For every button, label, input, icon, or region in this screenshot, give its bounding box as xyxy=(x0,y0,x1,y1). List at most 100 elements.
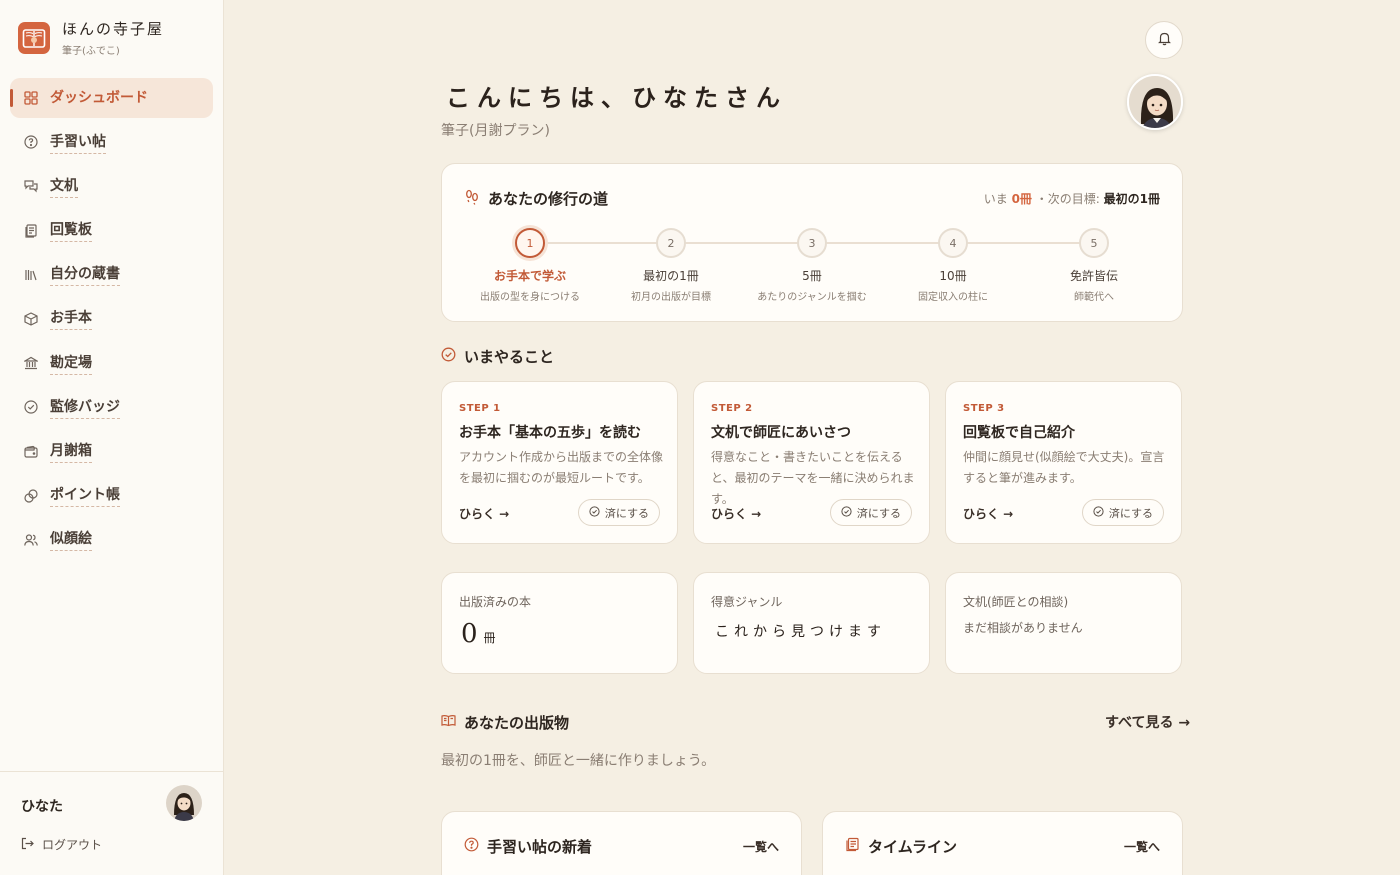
check-circle-icon xyxy=(1093,505,1104,520)
todo-section-title: いまやること xyxy=(441,346,554,367)
step-title: お手本「基本の五歩」を読む xyxy=(459,425,641,441)
notification-button[interactable] xyxy=(1145,21,1183,59)
question-bubble-icon xyxy=(23,134,39,150)
mark-done-label: 済にする xyxy=(856,506,901,520)
user-name: ひなた xyxy=(21,799,63,815)
sidebar-item-label: 勘定場 xyxy=(50,352,92,375)
check-circle-icon xyxy=(589,505,600,520)
sidebar-nav: ダッシュボード 手習い帖 文机 回覧板 自分の蔵書 お手本 勘定場 監修バッジ … xyxy=(10,78,213,564)
sidebar-item-tuition[interactable]: 月謝箱 xyxy=(10,432,213,472)
sidebar-item-label: 月謝箱 xyxy=(50,440,92,463)
milestone-number: 1 xyxy=(515,228,545,258)
sidebar-item-label: ポイント帳 xyxy=(50,484,120,508)
sidebar-item-desk[interactable]: 文机 xyxy=(10,166,213,206)
book-logo-icon xyxy=(18,21,50,54)
sidebar-item-label: 手習い帖 xyxy=(50,131,106,154)
sidebar-item-label: 監修バッジ xyxy=(50,396,120,419)
notebook-updates-title: 手習い帖の新着 xyxy=(464,836,592,857)
milestone-subtitle: 出版の型を身につける xyxy=(480,292,580,303)
mark-done-button[interactable]: 済にする xyxy=(577,499,660,526)
stat-label: 出版済みの本 xyxy=(459,595,532,609)
timeline-card: タイムライン 一覧へ xyxy=(822,811,1183,875)
status-goal: 最初の1冊 xyxy=(1103,192,1160,206)
sidebar: ほんの寺子屋 筆子(ふでこ) ダッシュボード 手習い帖 文机 回覧板 自分の蔵書… xyxy=(0,0,224,875)
genre-value: これから見つけます xyxy=(715,624,886,640)
wallet-icon xyxy=(23,444,39,460)
brand[interactable]: ほんの寺子屋 筆子(ふでこ) xyxy=(18,18,164,57)
notebook-list-link[interactable]: 一覧へ xyxy=(743,838,779,855)
dashboard-icon xyxy=(23,90,39,106)
sidebar-item-points[interactable]: ポイント帳 xyxy=(10,476,213,516)
chat-bubbles-icon xyxy=(23,178,39,194)
milestone-subtitle: 初月の出版が目標 xyxy=(631,292,711,303)
milestone-subtitle: あたりのジャンルを掴む xyxy=(757,292,867,303)
milestone-number: 4 xyxy=(938,228,968,258)
milestone: 2 最初の1冊 初月の出版が目標 xyxy=(616,228,726,303)
coins-icon xyxy=(23,488,39,504)
mark-done-button[interactable]: 済にする xyxy=(829,499,912,526)
sidebar-item-badge[interactable]: 監修バッジ xyxy=(10,387,213,427)
bank-icon xyxy=(23,355,39,371)
step-title: 文机で師匠にあいさつ xyxy=(711,425,851,441)
open-link[interactable]: ひらく → xyxy=(711,505,761,522)
open-link[interactable]: ひらく → xyxy=(963,505,1013,522)
profile-avatar[interactable] xyxy=(1127,74,1183,130)
mark-done-button[interactable]: 済にする xyxy=(1081,499,1164,526)
sidebar-item-label: 回覧板 xyxy=(50,219,92,243)
sidebar-item-circular[interactable]: 回覧板 xyxy=(10,211,213,251)
users-icon xyxy=(23,532,39,548)
brand-name: ほんの寺子屋 xyxy=(62,20,165,38)
milestone-title: 最初の1冊 xyxy=(643,269,699,283)
milestone-number: 3 xyxy=(797,228,827,258)
sidebar-item-label: 自分の蔵書 xyxy=(50,263,120,287)
notebook-updates-card: 手習い帖の新着 一覧へ xyxy=(441,811,802,875)
stat-value: 0冊 xyxy=(461,619,496,649)
sidebar-item-notebook[interactable]: 手習い帖 xyxy=(10,122,213,162)
see-all-link[interactable]: すべて見る → xyxy=(1105,712,1190,732)
logout-label: ログアウト xyxy=(42,838,103,852)
milestone: 5 免許皆伝 師範代へ xyxy=(1039,228,1149,303)
step-label: STEP 3 xyxy=(963,403,1005,414)
sidebar-item-label: お手本 xyxy=(50,307,92,331)
sidebar-footer: ひなた ログアウト xyxy=(0,771,223,875)
milestone-title: お手本で学ぶ xyxy=(493,269,566,283)
milestone-title: 10冊 xyxy=(939,269,967,283)
sidebar-item-accounts[interactable]: 勘定場 xyxy=(10,343,213,383)
sidebar-item-label: 文机 xyxy=(50,175,78,198)
timeline-title-text: タイムライン xyxy=(868,838,957,856)
greeting-title: こんにちは、ひなたさん xyxy=(446,83,787,112)
open-book-icon xyxy=(441,713,456,732)
status-count: 0冊 xyxy=(1011,192,1032,206)
sidebar-item-portrait[interactable]: 似顔絵 xyxy=(10,520,213,560)
bell-icon xyxy=(1157,31,1172,50)
milestone: 4 10冊 固定収入の柱に xyxy=(898,228,1008,303)
published-count: 0 xyxy=(461,619,478,649)
timeline-list-link[interactable]: 一覧へ xyxy=(1124,838,1160,855)
path-title: あなたの修行の道 xyxy=(464,188,608,209)
mark-done-label: 済にする xyxy=(604,506,649,520)
published-stat-card: 出版済みの本 0冊 xyxy=(441,572,678,674)
bookshelf-icon xyxy=(23,267,39,283)
training-path-card: あなたの修行の道 いま 0冊 ・次の目標: 最初の1冊 1 お手本で学ぶ 出版の… xyxy=(441,163,1183,322)
path-status: いま 0冊 ・次の目標: 最初の1冊 xyxy=(984,190,1160,207)
desk-stat-card: 文机(師匠との相談) まだ相談がありません xyxy=(945,572,1182,674)
status-separator: ・次の目標: xyxy=(1035,192,1100,206)
sidebar-item-dashboard[interactable]: ダッシュボード xyxy=(10,78,213,118)
plan-label: 筆子(月謝プラン) xyxy=(441,123,550,139)
sidebar-item-label: ダッシュボード xyxy=(50,90,148,106)
step-label: STEP 2 xyxy=(711,403,753,414)
stat-label: 文机(師匠との相談) xyxy=(963,595,1069,609)
sidebar-item-model[interactable]: お手本 xyxy=(10,299,213,339)
documents-icon xyxy=(23,223,39,239)
check-circle-icon xyxy=(23,399,39,415)
publications-section-title: あなたの出版物 xyxy=(441,712,569,733)
logout-button[interactable]: ログアウト xyxy=(21,836,102,853)
sidebar-item-library[interactable]: 自分の蔵書 xyxy=(10,255,213,295)
sidebar-item-label: 似顔絵 xyxy=(50,528,92,552)
documents-icon xyxy=(845,837,860,856)
open-link[interactable]: ひらく → xyxy=(459,505,509,522)
genre-stat-card: 得意ジャンル これから見つけます xyxy=(693,572,930,674)
footprints-icon xyxy=(464,189,480,209)
step-card: STEP 2 文机で師匠にあいさつ 得意なこと・書きたいことを伝えると、最初のテ… xyxy=(693,381,930,544)
avatar[interactable] xyxy=(166,785,202,821)
